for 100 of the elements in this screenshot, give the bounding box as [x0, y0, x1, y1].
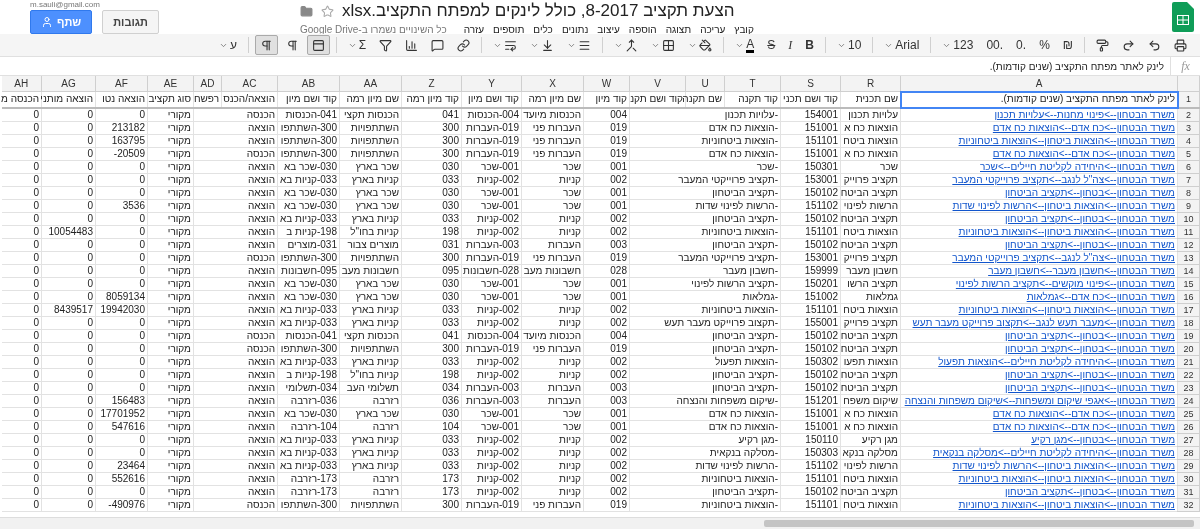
toolbar-button[interactable]: Arial: [879, 35, 925, 55]
toolbar-button[interactable]: .00: [981, 35, 1009, 55]
link[interactable]: משרד הבטחון-->בטחון-->תקציב הביטחון: [903, 485, 1175, 498]
folder-icon[interactable]: [300, 4, 313, 18]
link[interactable]: משרד הבטחון-->היחידה לקליטת חיילים-->מסלקה בנקאית: [903, 446, 1175, 459]
column-header[interactable]: V: [629, 76, 686, 92]
column-header[interactable]: X: [521, 76, 584, 92]
link[interactable]: משרד הבטחון-->אגפי שיקום ומשפחות-->שיקום משפחות והנצחה: [903, 394, 1175, 407]
link[interactable]: משרד הבטחון-->הוצאות ביטחון-->הוצאות ביטחוניות: [903, 472, 1175, 485]
document-title[interactable]: הצעת תקציב 8-2017, כולל לינקים למפתח התקציב.xlsx: [342, 0, 735, 22]
link[interactable]: משרד הבטחון-->הוצאות ביטחון-->הוצאות ביטחוניות: [903, 134, 1175, 147]
table-cell: 001: [583, 290, 630, 303]
toolbar-button[interactable]: I: [783, 35, 798, 55]
toolbar-button[interactable]: 123: [937, 35, 979, 55]
table-cell: 030-שכר בא: [277, 199, 340, 212]
link[interactable]: משרד הבטחון-->בטחון-->תקציב הביטחון: [903, 238, 1175, 251]
menu-item[interactable]: נתונים: [561, 22, 589, 37]
link[interactable]: משרד הבטחון-->מעבר תעש לנגב-->תקצוב פרוייקט מעבר תעש: [903, 316, 1175, 329]
table-cell: הכנסות מיועד: [521, 107, 584, 121]
link[interactable]: משרד הבטחון-->כח אדם-->הוצאות כח אדם: [903, 407, 1175, 420]
table-cell: 019-העברות: [461, 498, 522, 511]
column-header[interactable]: Y: [461, 76, 522, 92]
toolbar-button[interactable]: [254, 35, 278, 55]
link[interactable]: משרד הבטחון-->היחידה לקליטת חיילים-->שכר: [903, 160, 1175, 173]
link[interactable]: משרד הבטחון-->פינוי מוקשים-->תקציב הרשות לפינוי: [903, 277, 1175, 290]
link[interactable]: משרד הבטחון-->צה"ל לנגב-->תקציב פרוייקטי המעבר: [903, 173, 1175, 186]
table-cell: שכר בארץ: [339, 290, 402, 303]
table-cell: 002: [583, 433, 630, 446]
table-cell: מקורי: [147, 160, 194, 173]
table-cell: 002-קניות: [461, 472, 522, 485]
column-header[interactable]: AE: [147, 76, 194, 92]
link[interactable]: משרד הבטחון-->בטחון-->תקציב הביטחון: [903, 212, 1175, 225]
toolbar-button[interactable]: 10: [832, 35, 867, 55]
column-header[interactable]: A: [900, 76, 1178, 92]
link[interactable]: משרד הבטחון-->כח אדם-->גמלאות: [903, 290, 1175, 303]
column-header[interactable]: U: [685, 76, 725, 92]
column-header[interactable]: S: [780, 76, 841, 92]
table-cell: 150102: [780, 342, 841, 355]
column-header[interactable]: Z: [401, 76, 462, 92]
table-cell: -תקצוב פרוייקט מעבר תעש: [629, 316, 781, 329]
toolbar-button[interactable]: B: [800, 35, 819, 55]
link[interactable]: משרד הבטחון-->הוצאות ביטחון-->הרשות לפינוי שדות: [903, 199, 1175, 212]
link[interactable]: משרד הבטחון-->כח אדם-->הוצאות כח אדם: [903, 121, 1175, 134]
menu-item[interactable]: עיצוב: [597, 22, 620, 37]
table-cell: הוצאה: [193, 212, 278, 225]
table-cell: 0: [1, 251, 42, 264]
link[interactable]: משרד הבטחון-->צה"ל לנגב-->תקציב פרוייקטי המעבר: [903, 251, 1175, 264]
column-header[interactable]: T: [724, 76, 781, 92]
table-cell: העברות: [521, 238, 584, 251]
column-header[interactable]: W: [583, 76, 630, 92]
link[interactable]: משרד הבטחון-->היחידה לקליטת חיילים-->הוצאות תפעול: [903, 355, 1175, 368]
table-cell: 030: [401, 277, 462, 290]
menu-item[interactable]: עזרה: [463, 22, 485, 37]
link[interactable]: משרד הבטחון-->חשבון מעבר-->חשבון מעבר: [903, 264, 1175, 277]
menu-item[interactable]: תוספים: [493, 22, 525, 37]
link[interactable]: משרד הבטחון-->בטחון-->תקציב הביטחון: [903, 186, 1175, 199]
link[interactable]: משרד הבטחון-->הוצאות ביטחון-->הרשות לפינוי שדות: [903, 459, 1175, 472]
link[interactable]: משרד הבטחון-->הוצאות ביטחון-->הוצאות ביטחוניות: [903, 498, 1175, 511]
link[interactable]: משרד הבטחון-->כח אדם-->הוצאות כח אדם: [903, 420, 1175, 433]
menu-item[interactable]: תצוגה: [665, 22, 692, 37]
horizontal-scrollbar[interactable]: [0, 517, 1200, 529]
link[interactable]: משרד הבטחון-->פינוי מחנות-->עלויות תכנון: [903, 108, 1175, 121]
link[interactable]: משרד הבטחון-->בטחון-->תקציב הביטחון: [903, 381, 1175, 394]
column-header[interactable]: AG: [41, 76, 96, 92]
link[interactable]: משרד הבטחון-->בטחון-->תקציב הביטחון: [903, 342, 1175, 355]
toolbar-button[interactable]: S: [762, 35, 781, 55]
comments-button[interactable]: תגובות: [102, 10, 159, 34]
link[interactable]: משרד הבטחון-->כח אדם-->הוצאות כח אדם: [903, 147, 1175, 160]
menu-item[interactable]: עריכה: [700, 22, 726, 37]
column-header[interactable]: AA: [339, 76, 402, 92]
column-header[interactable]: R: [840, 76, 901, 92]
table-cell: קוד מיון: [583, 91, 630, 108]
table-cell: 033: [401, 173, 462, 186]
link[interactable]: משרד הבטחון-->הוצאות ביטחון-->הוצאות ביטחוניות: [903, 225, 1175, 238]
table-cell: 019: [583, 342, 630, 355]
toolbar-button[interactable]: [306, 35, 330, 55]
column-header[interactable]: AB: [277, 76, 340, 92]
formula-input[interactable]: לינק לאתר מפתח התקציב (שנים קודמות).: [0, 58, 1170, 74]
toolbar-button[interactable]: A: [730, 35, 760, 55]
toolbar-button[interactable]: ₪: [1057, 35, 1078, 55]
menu-item[interactable]: הוספה: [628, 22, 657, 37]
star-icon[interactable]: [321, 4, 334, 18]
toolbar-button[interactable]: .0: [1011, 35, 1032, 55]
toolbar-button[interactable]: ע: [213, 35, 242, 55]
menu-item[interactable]: קובץ: [734, 22, 754, 37]
link[interactable]: משרד הבטחון-->בטחון-->תקציב הביטחון: [903, 368, 1175, 381]
link[interactable]: משרד הבטחון-->בטחון-->תקציב הביטחון: [903, 329, 1175, 342]
column-header[interactable]: AH: [1, 76, 42, 92]
toolbar-button[interactable]: %: [1034, 35, 1055, 55]
table-cell: 0: [95, 446, 148, 459]
table-cell: הוצאה: [193, 303, 278, 316]
menu-item[interactable]: כלים: [533, 22, 553, 37]
column-header[interactable]: AC: [221, 76, 278, 92]
column-header[interactable]: AF: [95, 76, 148, 92]
table-cell: 001: [583, 407, 630, 420]
link[interactable]: משרד הבטחון-->הוצאות ביטחון-->הוצאות ביטחוניות: [903, 303, 1175, 316]
table-cell: שכר: [521, 160, 584, 173]
toolbar-button[interactable]: Σ: [342, 35, 372, 55]
column-header[interactable]: AD: [193, 76, 222, 92]
link[interactable]: משרד הבטחון-->בטחון-->מגן רקיע: [903, 433, 1175, 446]
